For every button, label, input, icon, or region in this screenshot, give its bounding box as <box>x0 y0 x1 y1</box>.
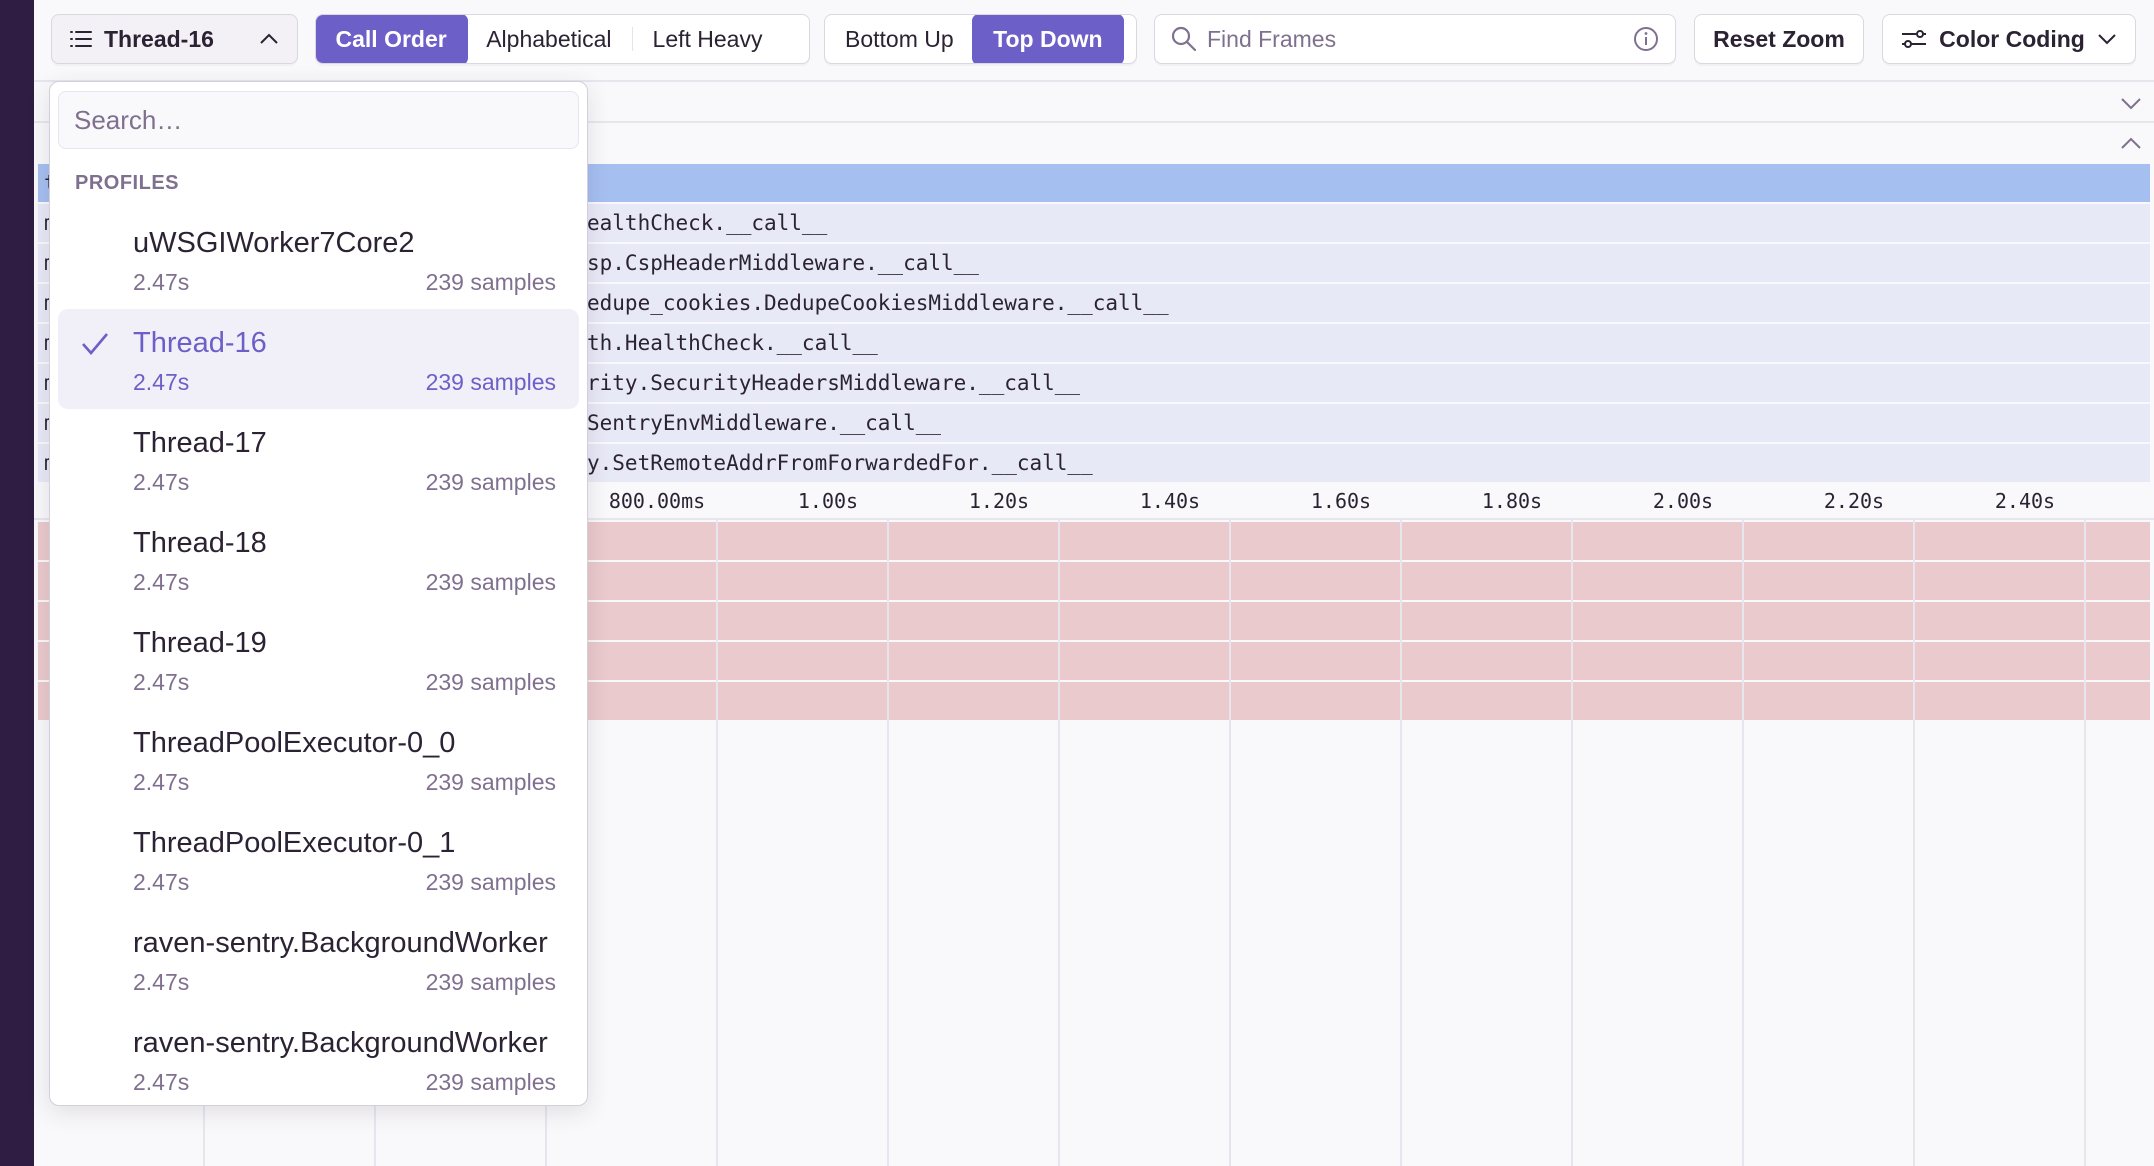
sort-segmented-control: Call Order Alphabetical Left Heavy <box>315 14 810 64</box>
info-icon[interactable] <box>1633 26 1659 52</box>
view-segmented-control: Bottom Up Top Down <box>824 14 1137 64</box>
profile-samples: 239 samples <box>425 269 556 295</box>
chevron-down-icon[interactable] <box>2120 92 2142 114</box>
profile-name: uWSGIWorker7Core2 <box>133 227 415 259</box>
color-coding-label: Color Coding <box>1939 25 2085 52</box>
axis-tick-label: 2.00s <box>1652 489 1714 513</box>
search-icon <box>1171 26 1197 52</box>
sliders-icon <box>1902 30 1927 48</box>
profile-duration: 2.47s <box>133 269 190 295</box>
profile-option[interactable]: raven-sentry.BackgroundWorker 2.47s 239 sa… <box>58 909 579 1009</box>
sort-left-heavy-button[interactable]: Left Heavy <box>633 15 783 63</box>
profile-samples: 239 samples <box>425 569 556 595</box>
profile-duration: 2.47s <box>133 569 190 595</box>
frame-label: SentryEnvMiddleware.__call__ <box>587 411 942 435</box>
thread-select[interactable]: Thread-16 <box>51 14 298 64</box>
sort-call-order-button[interactable]: Call Order <box>316 15 468 63</box>
axis-tick-label: 2.40s <box>1994 489 2056 513</box>
grid-line <box>1742 520 1744 1166</box>
axis-tick-label: 1.40s <box>1139 489 1201 513</box>
grid-line <box>2084 520 2086 1166</box>
color-coding-button[interactable]: Color Coding <box>1882 14 2136 64</box>
frame-label: sp.CspHeaderMiddleware.__call__ <box>587 251 979 275</box>
thread-select-value: Thread-16 <box>104 25 214 52</box>
chevron-down-icon <box>2098 34 2116 45</box>
profiles-section-label: PROFILES <box>75 172 180 194</box>
profile-option[interactable]: ThreadPoolExecutor-0_0 2.47s 239 samples <box>58 709 579 809</box>
checkmark-icon <box>82 333 108 355</box>
toolbar: Thread-16 Call Order Alphabetical Left H… <box>34 0 2154 80</box>
grid-line <box>1400 520 1402 1166</box>
find-frames-input[interactable]: Find Frames <box>1154 14 1676 64</box>
profile-name: ThreadPoolExecutor-0_1 <box>133 827 456 859</box>
top-down-button[interactable]: Top Down <box>972 15 1124 63</box>
profile-option[interactable]: Thread-16 2.47s 239 samples <box>58 309 579 409</box>
frame-label: th.HealthCheck.__call__ <box>587 331 878 355</box>
profile-option[interactable]: ThreadPoolExecutor-0_1 2.47s 239 samples <box>58 809 579 909</box>
reset-zoom-button[interactable]: Reset Zoom <box>1694 14 1864 64</box>
find-frames-placeholder: Find Frames <box>1207 25 1337 52</box>
grid-line <box>1913 520 1915 1166</box>
profile-duration: 2.47s <box>133 1069 190 1095</box>
axis-tick-label: 1.20s <box>968 489 1030 513</box>
profile-name: Thread-17 <box>133 427 267 459</box>
profile-duration: 2.47s <box>133 869 190 895</box>
chevron-up-icon <box>260 33 278 44</box>
frame-label: edupe_cookies.DedupeCookiesMiddleware.__… <box>587 291 1169 315</box>
profile-samples: 239 samples <box>425 869 556 895</box>
axis-tick-label: 1.60s <box>1310 489 1372 513</box>
profile-name: ThreadPoolExecutor-0_0 <box>133 727 456 759</box>
axis-tick-label: 1.00s <box>797 489 859 513</box>
frame-label: y.SetRemoteAddrFromForwardedFor.__call__ <box>587 451 1093 475</box>
profile-option[interactable]: Thread-18 2.47s 239 samples <box>58 509 579 609</box>
profile-search-placeholder: Search… <box>74 104 183 135</box>
profile-option[interactable]: Thread-19 2.47s 239 samples <box>58 609 579 709</box>
profile-option[interactable]: Thread-17 2.47s 239 samples <box>58 409 579 509</box>
profile-samples: 239 samples <box>425 769 556 795</box>
grid-line <box>716 520 718 1166</box>
grid-line <box>887 520 889 1166</box>
profile-duration: 2.47s <box>133 969 190 995</box>
profile-samples: 239 samples <box>425 1069 556 1095</box>
axis-tick-label: 800.00ms <box>608 489 706 513</box>
profile-name: Thread-18 <box>133 527 267 559</box>
axis-tick-label: 1.80s <box>1481 489 1543 513</box>
profile-search-input[interactable]: Search… <box>58 91 579 149</box>
grid-line <box>1058 520 1060 1166</box>
app-sidebar <box>0 0 34 1166</box>
profile-duration: 2.47s <box>133 669 190 695</box>
axis-tick-label: 2.20s <box>1823 489 1885 513</box>
frame-label: ealthCheck.__call__ <box>587 211 828 235</box>
list-icon <box>70 31 92 47</box>
sort-alphabetical-button[interactable]: Alphabetical <box>466 15 631 63</box>
profile-samples: 239 samples <box>425 969 556 995</box>
bottom-up-button[interactable]: Bottom Up <box>825 15 974 63</box>
profile-option[interactable]: uWSGIWorker7Core2 2.47s 239 samples <box>58 209 579 309</box>
profile-option[interactable]: raven-sentry.BackgroundWorker 2.47s 239 sa… <box>58 1009 579 1109</box>
profile-duration: 2.47s <box>133 769 190 795</box>
profile-samples: 239 samples <box>425 469 556 495</box>
profile-duration: 2.47s <box>133 469 190 495</box>
frame-label: rity.SecurityHeadersMiddleware.__call__ <box>587 371 1081 395</box>
profile-dropdown: Search… PROFILES uWSGIWorker7Core2 2.47s 2… <box>49 81 588 1106</box>
profile-name: Thread-19 <box>133 627 267 659</box>
profile-samples: 239 samples <box>425 369 556 395</box>
grid-line <box>1229 520 1231 1166</box>
profile-name: Thread-16 <box>133 327 267 359</box>
grid-line <box>1571 520 1573 1166</box>
profile-name: raven-sentry.BackgroundWorker <box>133 1027 548 1059</box>
profile-samples: 239 samples <box>425 669 556 695</box>
profile-duration: 2.47s <box>133 369 190 395</box>
profile-name: raven-sentry.BackgroundWorker <box>133 927 548 959</box>
chevron-up-icon[interactable] <box>2120 133 2142 155</box>
